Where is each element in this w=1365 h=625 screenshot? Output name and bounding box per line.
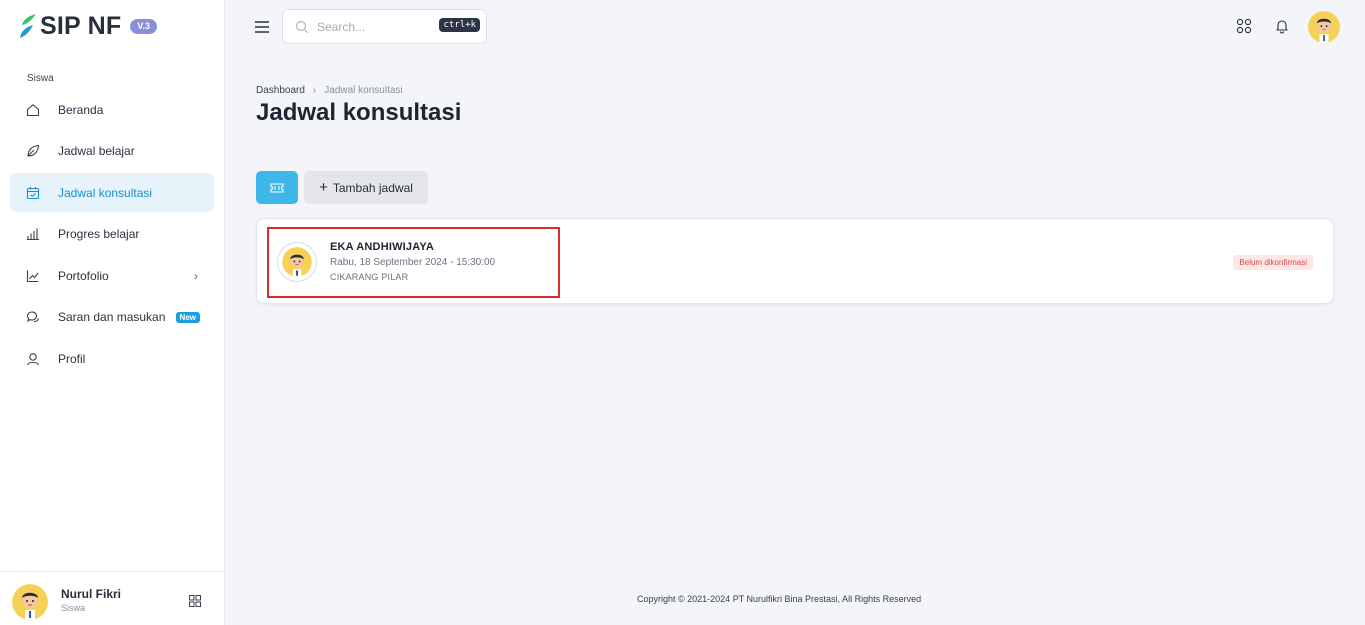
brand-name: SIP NF xyxy=(40,11,122,40)
brand-leaf-icon xyxy=(20,14,36,38)
trend-chart-icon xyxy=(26,269,40,283)
search-icon xyxy=(295,20,309,34)
status-badge: Belum dikonfirmasi xyxy=(1233,255,1313,270)
sidebar-item-label: Progres belajar xyxy=(58,227,140,241)
breadcrumb-home-link[interactable]: Dashboard xyxy=(256,85,305,96)
keyboard-shortcut: ctrl+k xyxy=(439,18,480,32)
sidebar-item-jadwal-konsultasi[interactable]: Jadwal konsultasi xyxy=(10,173,214,212)
add-schedule-label: Tambah jadwal xyxy=(332,180,413,195)
sidebar-section-label: Siswa xyxy=(27,73,54,84)
hamburger-menu-icon[interactable] xyxy=(254,20,270,34)
schedule-datetime: Rabu, 18 September 2024 - 15:30:00 xyxy=(330,257,496,268)
chevron-right-icon: › xyxy=(194,269,198,283)
leaf-icon xyxy=(26,144,40,158)
user-name: Nurul Fikri xyxy=(61,587,122,601)
sidebar-item-label: Beranda xyxy=(58,102,104,117)
search-input[interactable] xyxy=(317,18,417,36)
sidebar-item-jadwal-belajar[interactable]: Jadwal belajar xyxy=(10,132,214,171)
avatar xyxy=(277,242,317,282)
breadcrumb-current: Jadwal konsultasi xyxy=(324,85,403,96)
avatar xyxy=(12,584,48,620)
schedule-location: CIKARANG PILAR xyxy=(330,272,409,282)
breadcrumb: Dashboard › Jadwal konsultasi xyxy=(256,85,403,96)
home-icon xyxy=(26,103,40,117)
search-box[interactable]: ctrl+k xyxy=(282,9,487,44)
user-icon xyxy=(26,352,40,366)
sidebar-item-progres-belajar[interactable]: Progres belajar xyxy=(10,215,214,254)
ticket-icon xyxy=(270,182,284,193)
page-title: Jadwal konsultasi xyxy=(256,99,462,126)
ticket-filter-button[interactable] xyxy=(256,171,298,204)
sidebar-user[interactable]: Nurul Fikri Siswa xyxy=(0,571,225,625)
user-role: Siswa xyxy=(61,603,86,613)
sidebar-item-saran-dan-masukan[interactable]: Saran dan masukan New xyxy=(10,298,214,337)
version-badge: V.3 xyxy=(130,18,158,34)
sidebar-item-label: Jadwal konsultasi xyxy=(58,185,153,200)
sidebar-item-label: Jadwal belajar xyxy=(58,144,135,158)
brand-logo[interactable]: SIP NF V.3 xyxy=(19,11,158,40)
add-schedule-button[interactable]: + Tambah jadwal xyxy=(304,171,428,204)
calendar-check-icon xyxy=(26,186,40,200)
sidebar-item-label: Saran dan masukan xyxy=(58,310,166,324)
schedule-card[interactable]: EKA ANDHIWIJAYA Rabu, 18 September 2024 … xyxy=(256,218,1334,304)
header-avatar[interactable] xyxy=(1308,11,1340,43)
sidebar-item-portofolio[interactable]: Portofolio › xyxy=(10,256,214,295)
sidebar-item-beranda[interactable]: Beranda xyxy=(10,90,214,129)
new-badge: New xyxy=(175,311,200,323)
sidebar-item-label: Profil xyxy=(58,351,86,366)
bar-chart-icon xyxy=(26,227,40,241)
plus-icon: + xyxy=(319,178,328,196)
apps-grid-icon[interactable] xyxy=(1236,18,1252,34)
footer-copyright: Copyright © 2021-2024 PT Nurulfikri Bina… xyxy=(637,594,922,604)
chat-icon xyxy=(26,310,40,324)
sidebar-item-label: Portofolio xyxy=(58,268,109,283)
breadcrumb-separator-icon: › xyxy=(312,85,317,96)
sidebar: SIP NF V.3 Siswa Beranda Jadwal belajar … xyxy=(0,0,225,625)
sidebar-item-profil[interactable]: Profil xyxy=(10,339,214,378)
sidebar-nav: Beranda Jadwal belajar Jadwal konsultasi… xyxy=(10,90,214,381)
bell-icon[interactable] xyxy=(1274,18,1290,34)
grid-menu-icon[interactable] xyxy=(189,595,201,607)
consultant-name: EKA ANDHIWIJAYA xyxy=(330,241,435,253)
